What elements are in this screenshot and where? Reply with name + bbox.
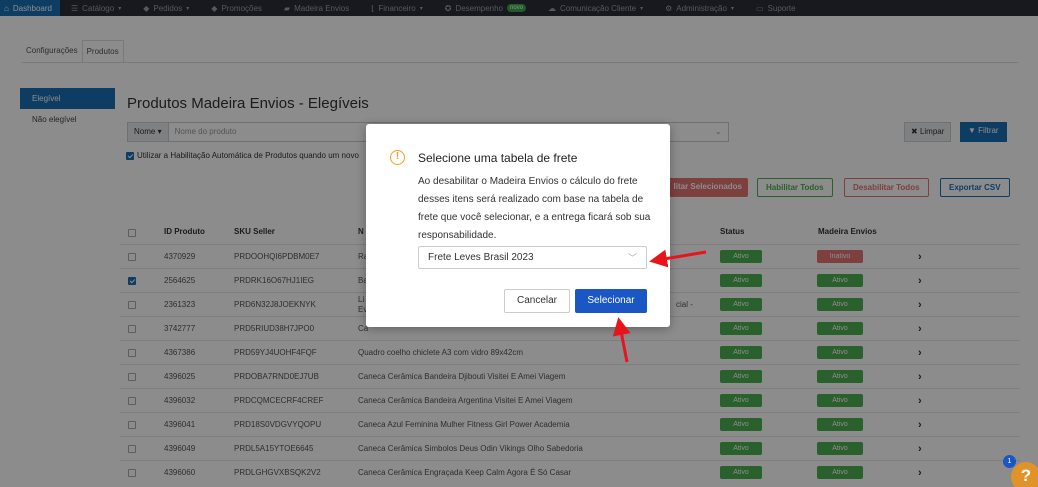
help-notification-badge: 1 xyxy=(1003,455,1016,468)
arrow-to-confirm xyxy=(612,317,631,363)
arrow-to-select xyxy=(649,249,707,268)
annotation-arrows xyxy=(612,249,707,363)
help-button[interactable]: ? xyxy=(1011,462,1038,487)
